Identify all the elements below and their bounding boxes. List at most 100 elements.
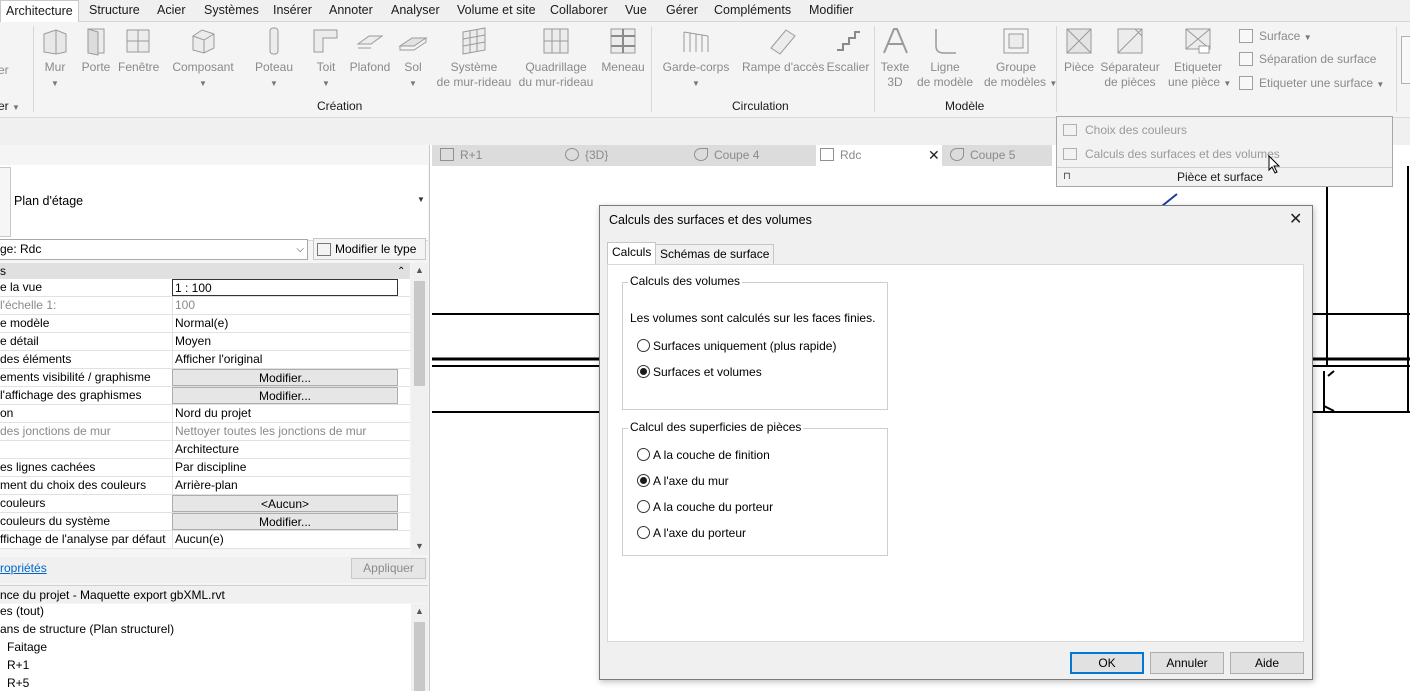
room-area-panel-footer[interactable]: ⊓ Pièce et surface — [1057, 167, 1392, 186]
menu-vue[interactable]: Vue — [625, 0, 647, 22]
tab-schemas-de-surface[interactable]: Schémas de surface — [655, 244, 775, 265]
wall-tool[interactable]: Mur ▼ — [38, 26, 72, 91]
room-separator-tool[interactable]: Séparateur de pièces — [1100, 26, 1160, 90]
menu-collaborer[interactable]: Collaborer — [550, 0, 608, 22]
table-row: es lignes cachées Par discipline — [0, 459, 410, 477]
color-scheme-button[interactable]: <Aucun> — [172, 495, 398, 512]
floor-tool[interactable]: Sol ▼ — [398, 26, 428, 91]
view-scale-input[interactable]: 1 : 100 — [172, 279, 398, 296]
ramp-tool[interactable]: Rampe d'accès — [742, 26, 824, 75]
properties-help-link[interactable]: ropriétés — [0, 561, 47, 575]
area-tool[interactable]: Surface ▼ — [1239, 29, 1312, 43]
roof-tool[interactable]: Toit ▼ — [310, 26, 342, 91]
radio-button[interactable] — [637, 526, 650, 539]
model-group-icon — [1003, 28, 1029, 54]
tag-area-tool[interactable]: Etiqueter une surface ▼ — [1239, 76, 1384, 90]
radio-finish-face[interactable]: A la couche de finition — [637, 448, 770, 462]
ramp-icon — [770, 29, 796, 55]
radio-core-layer[interactable]: A la couche du porteur — [637, 500, 773, 514]
column-tool[interactable]: Poteau ▼ — [254, 26, 294, 91]
close-icon[interactable]: ✕ — [1289, 209, 1302, 229]
list-item[interactable]: R+5 — [7, 676, 29, 690]
modify-button[interactable]: Modifier... — [172, 513, 398, 530]
edit-type-button[interactable]: Modifier le type — [313, 238, 426, 260]
chevron-down-icon[interactable]: ▼ — [417, 195, 425, 204]
partial-next-tool[interactable] — [1401, 36, 1410, 84]
component-icon — [192, 29, 215, 54]
menu-complements[interactable]: Compléments — [714, 0, 791, 22]
scroll-up-icon[interactable]: ▲ — [415, 606, 424, 616]
radio-core-center[interactable]: A l'axe du porteur — [637, 526, 746, 540]
tab-coupe-5[interactable]: Coupe 5 — [950, 145, 1015, 166]
tab-coupe-4[interactable]: Coupe 4 — [694, 145, 759, 166]
menu-architecture[interactable]: Architecture — [0, 0, 79, 23]
menu-inserer[interactable]: Insérer — [273, 0, 312, 22]
railing-tool[interactable]: Garde-corps ▼ — [662, 26, 730, 91]
curtain-grid-tool[interactable]: Quadrillage du mur-rideau — [518, 26, 594, 90]
scroll-thumb[interactable] — [414, 622, 425, 691]
menu-volume-et-site[interactable]: Volume et site — [457, 0, 536, 22]
color-scheme-item[interactable]: Choix des couleurs — [1063, 123, 1187, 137]
scroll-thumb[interactable] — [414, 281, 425, 386]
close-icon[interactable]: ✕ — [928, 145, 940, 166]
component-tool[interactable]: Composant ▼ — [170, 26, 236, 91]
ok-button[interactable]: OK — [1070, 652, 1144, 674]
menu-structure[interactable]: Structure — [89, 0, 140, 22]
model-group-tool[interactable]: Groupe de modèles ▼ — [984, 26, 1057, 91]
type-selector[interactable]: Plan d'étage ▼ — [0, 165, 428, 241]
radio-button[interactable] — [637, 339, 650, 352]
stair-tool[interactable]: Escalier — [826, 26, 870, 75]
menu-analyser[interactable]: Analyser — [391, 0, 440, 22]
properties-scrollbar[interactable]: ▲ ▼ — [411, 263, 428, 555]
curtain-system-tool[interactable]: Système de mur-rideau — [436, 26, 512, 90]
menu-gerer[interactable]: Gérer — [666, 0, 698, 22]
help-button[interactable]: Aide — [1230, 652, 1304, 674]
browser-scrollbar[interactable]: ▲ — [411, 604, 428, 691]
collapse-icon[interactable]: ⌃ — [397, 263, 405, 280]
menu-annoter[interactable]: Annoter — [329, 0, 373, 22]
tab-calculs[interactable]: Calculs — [607, 242, 657, 265]
railing-icon — [683, 31, 709, 52]
mullion-tool[interactable]: Meneau — [600, 26, 646, 75]
model-line-tool[interactable]: Ligne de modèle — [916, 26, 974, 90]
radio-surfaces-only[interactable]: Surfaces uniquement (plus rapide) — [637, 339, 836, 353]
radio-wall-center[interactable]: A l'axe du mur — [637, 474, 729, 488]
radio-button-selected[interactable] — [637, 365, 650, 378]
room-tool[interactable]: Pièce — [1062, 26, 1096, 75]
view-instance-selector[interactable]: ge: Rdc ⌵ — [0, 239, 308, 260]
radio-surfaces-and-volumes[interactable]: Surfaces et volumes — [637, 365, 762, 379]
section-icon — [950, 148, 964, 161]
menu-systemes[interactable]: Systèmes — [204, 0, 259, 22]
tag-room-tool[interactable]: Etiqueter une pièce ▼ — [1168, 26, 1231, 91]
cancel-button[interactable]: Annuler — [1150, 652, 1224, 674]
group-header[interactable]: s ⌃ — [0, 263, 410, 280]
apply-button[interactable]: Appliquer — [351, 558, 426, 579]
pin-icon[interactable]: ⊓ — [1063, 171, 1071, 182]
tab-3d[interactable]: {3D} — [565, 145, 608, 166]
door-tool[interactable]: Porte — [80, 26, 112, 75]
list-item[interactable]: es (tout) — [0, 604, 44, 618]
menu-acier[interactable]: Acier — [157, 0, 185, 22]
mullion-icon — [610, 28, 636, 54]
scroll-down-icon[interactable]: ▼ — [415, 541, 424, 551]
list-item[interactable]: ans de structure (Plan structurel) — [0, 622, 174, 636]
list-item[interactable]: Faitage — [7, 640, 47, 654]
scroll-up-icon[interactable]: ▲ — [415, 265, 424, 275]
modify-button[interactable]: Modifier... — [172, 387, 398, 404]
modify-button[interactable]: Modifier... — [172, 369, 398, 386]
radio-button[interactable] — [637, 448, 650, 461]
radio-button-selected[interactable] — [637, 474, 650, 487]
window-tool[interactable]: Fenêtre — [118, 26, 159, 75]
text-3d-tool[interactable]: Texte 3D — [878, 26, 912, 90]
tab-rdc[interactable]: Rdc ✕ — [816, 145, 942, 166]
list-item[interactable]: R+1 — [7, 658, 29, 672]
volumes-note: Les volumes sont calculés sur les faces … — [630, 311, 876, 325]
tab-r1[interactable]: R+1 — [440, 145, 482, 166]
radio-button[interactable] — [637, 500, 650, 513]
area-boundary-tool[interactable]: Séparation de surface — [1239, 52, 1376, 66]
3d-view-icon — [565, 148, 579, 161]
tab-panel: Calculs des volumes Les volumes sont cal… — [607, 264, 1304, 642]
menu-modifier[interactable]: Modifier — [809, 0, 853, 22]
ceiling-tool[interactable]: Plafond — [348, 26, 392, 75]
area-volume-calc-item[interactable]: Calculs des surfaces et des volumes — [1063, 147, 1280, 161]
